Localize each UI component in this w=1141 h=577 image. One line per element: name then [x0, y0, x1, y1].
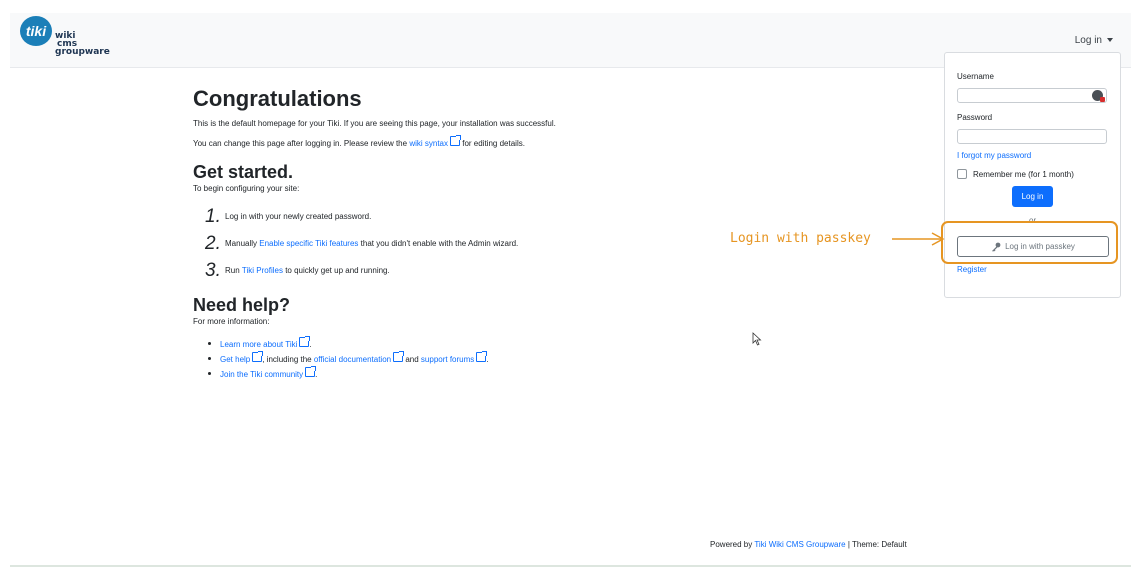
intro-text: This is the default homepage for your Ti… — [193, 119, 556, 128]
support-forums-link[interactable]: support forums — [421, 355, 474, 364]
need-help-heading: Need help? — [193, 295, 291, 315]
caret-down-icon — [1107, 38, 1113, 43]
password-label: Password — [957, 113, 993, 122]
tiki-logo-badge: tiki — [20, 16, 52, 46]
external-link-icon — [305, 366, 317, 377]
tiki-profiles-link[interactable]: Tiki Profiles — [242, 266, 283, 275]
page-title: Congratulations — [193, 86, 362, 111]
username-input[interactable] — [957, 88, 1107, 103]
annotation-label: Login with passkey — [730, 231, 871, 246]
list-item: 2. Manually Enable specific Tiki feature… — [205, 232, 519, 254]
remember-me-row[interactable]: Remember me (for 1 month) — [957, 169, 1074, 179]
get-started-heading: Get started. — [193, 162, 294, 182]
username-label: Username — [957, 72, 994, 81]
official-documentation-link[interactable]: official documentation — [314, 355, 391, 364]
tiki-logo-text: wiki cms groupware — [55, 31, 110, 57]
footer: Powered by Tiki Wiki CMS Groupware | The… — [710, 540, 907, 549]
list-item: 1. Log in with your newly created passwo… — [205, 205, 372, 227]
mouse-cursor-icon — [752, 332, 762, 346]
annotation-arrow-icon — [892, 232, 945, 246]
get-help-link[interactable]: Get help — [220, 355, 250, 364]
get-started-steps: 1. Log in with your newly created passwo… — [193, 203, 753, 284]
change-page-text: You can change this page after logging i… — [193, 135, 753, 150]
remember-me-checkbox[interactable] — [957, 169, 967, 179]
footer-divider — [10, 565, 1131, 567]
tiki-wiki-link[interactable]: Tiki Wiki CMS Groupware — [754, 540, 845, 549]
list-item: Join the Tiki community. — [208, 366, 753, 382]
help-links-list: Learn more about Tiki. Get help, includi… — [193, 336, 753, 382]
external-link-icon — [450, 135, 461, 146]
password-input[interactable] — [957, 129, 1107, 144]
list-item: Get help, including the official documen… — [208, 351, 753, 367]
external-link-icon — [476, 351, 488, 362]
get-started-intro: To begin configuring your site: — [193, 184, 300, 193]
wiki-syntax-link[interactable]: wiki syntax — [409, 139, 448, 148]
external-link-icon — [299, 336, 311, 347]
external-link-icon — [393, 351, 405, 362]
main-content: Congratulations This is the default home… — [193, 86, 753, 382]
list-item: Learn more about Tiki. — [208, 336, 753, 352]
learn-more-link[interactable]: Learn more about Tiki — [220, 340, 297, 349]
tiki-logo[interactable]: tiki wiki cms groupware — [20, 16, 120, 64]
need-help-intro: For more information: — [193, 317, 270, 326]
passkey-highlight-box — [941, 221, 1118, 264]
password-manager-icon[interactable] — [1092, 90, 1105, 102]
log-in-button[interactable]: Log in — [1012, 186, 1053, 207]
list-item: 3. Run Tiki Profiles to quickly get up a… — [205, 259, 390, 281]
join-community-link[interactable]: Join the Tiki community — [220, 370, 303, 379]
external-link-icon — [252, 351, 264, 362]
enable-features-link[interactable]: Enable specific Tiki features — [259, 239, 358, 248]
register-link[interactable]: Register — [957, 265, 987, 274]
login-dropdown-toggle[interactable]: Log in — [1075, 35, 1113, 46]
forgot-password-link[interactable]: I forgot my password — [957, 151, 1031, 160]
